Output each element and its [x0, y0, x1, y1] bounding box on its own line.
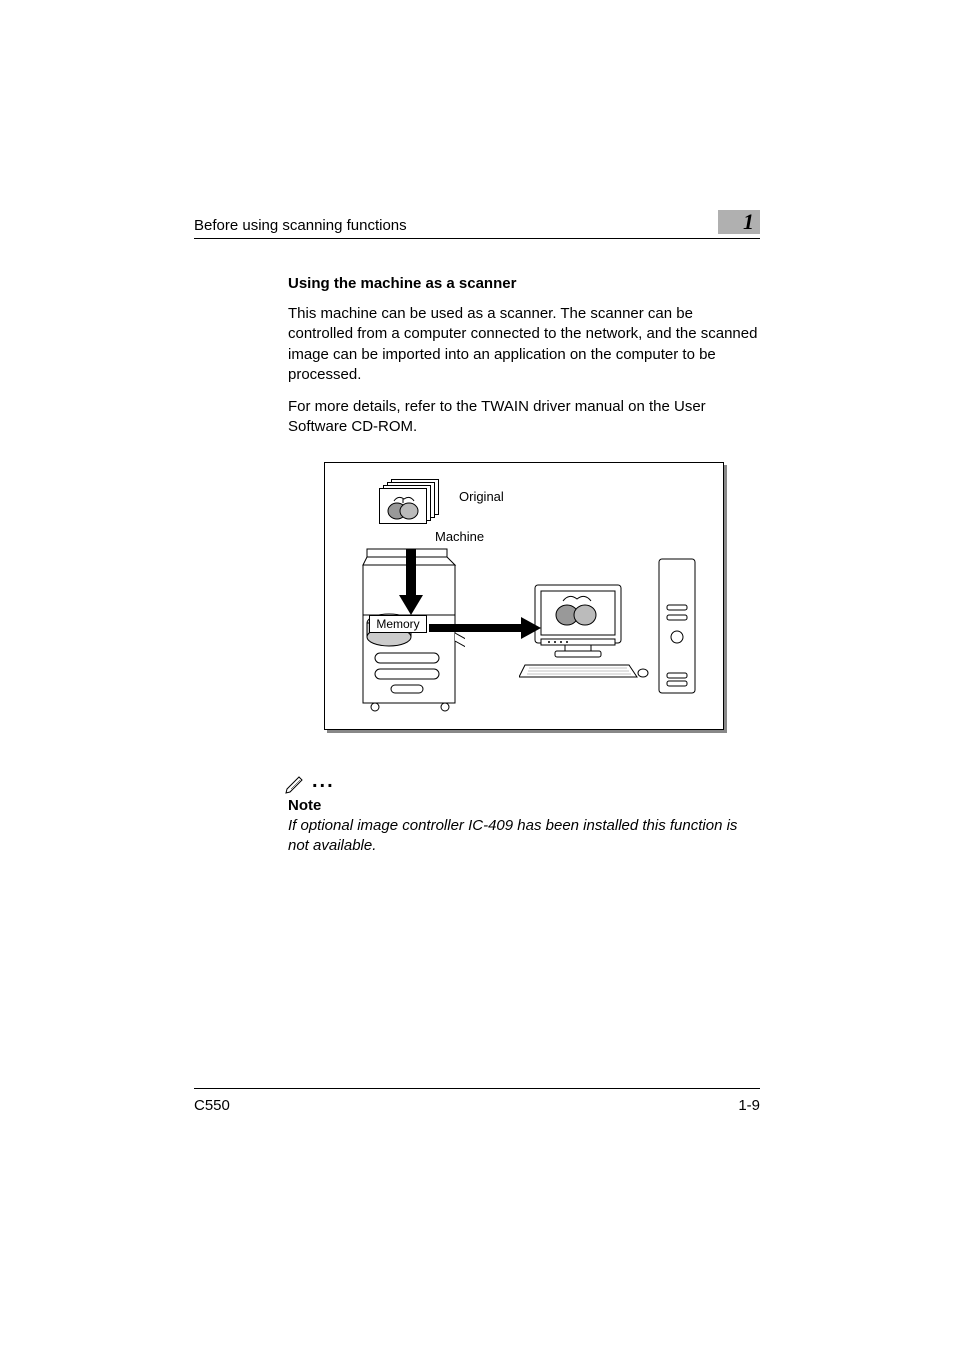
ellipsis-icon: ... — [312, 770, 335, 795]
note-icon-row: ... — [284, 770, 760, 795]
fruit-icon — [380, 489, 428, 525]
section-title: Using the machine as a scanner — [288, 275, 760, 292]
memory-label: Memory — [369, 615, 427, 633]
arrow-down-icon — [399, 549, 423, 615]
note-text: If optional image controller IC-409 has … — [288, 816, 760, 857]
arrow-right-icon — [429, 617, 541, 639]
paragraph: For more details, refer to the TWAIN dri… — [288, 397, 760, 438]
footer-model: C550 — [194, 1097, 230, 1114]
pc-tower-icon — [657, 557, 697, 697]
original-label: Original — [459, 489, 504, 504]
monitor-icon — [533, 583, 623, 661]
chapter-badge: 1 — [718, 210, 760, 234]
machine-label: Machine — [435, 529, 484, 544]
original-document-icon — [379, 479, 447, 523]
note-pencil-icon — [284, 771, 308, 795]
note-label: Note — [288, 797, 760, 814]
keyboard-icon — [519, 663, 649, 681]
chapter-number: 1 — [743, 209, 754, 235]
page-header: Before using scanning functions 1 — [194, 210, 760, 239]
page-footer: C550 1-9 — [194, 1088, 760, 1114]
footer-page: 1-9 — [738, 1097, 760, 1114]
scanner-diagram: Original Machine — [324, 462, 724, 730]
paragraph: This machine can be used as a scanner. T… — [288, 304, 760, 385]
diagram-container: Original Machine — [288, 462, 760, 730]
header-title: Before using scanning functions — [194, 217, 407, 234]
